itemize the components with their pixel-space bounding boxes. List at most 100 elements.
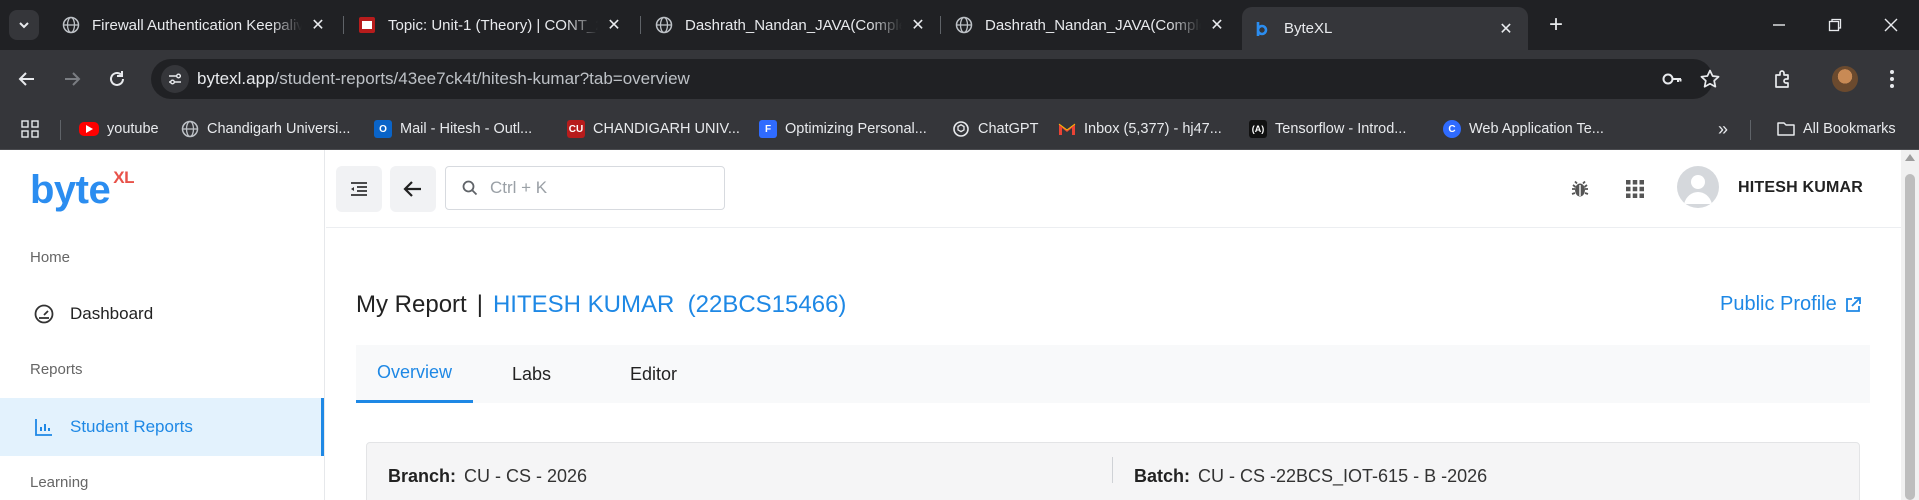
close-icon [1884, 18, 1898, 32]
sidebar-toggle-button[interactable] [336, 166, 382, 212]
bytexl-logo[interactable]: byte XL [30, 168, 134, 213]
browser-tab-1[interactable]: Firewall Authentication Keepalive ✕ [50, 7, 340, 43]
bookmark-youtube[interactable]: youtube [79, 118, 159, 140]
extensions-puzzle-icon[interactable] [1768, 64, 1798, 94]
apps-grid-icon[interactable] [21, 118, 39, 140]
external-link-icon [1845, 296, 1861, 312]
new-tab-button[interactable]: + [1541, 10, 1571, 40]
browser-tab-2[interactable]: Topic: Unit-1 (Theory) | CONT_2 ✕ [346, 7, 636, 43]
branch-value: CU - CS - 2026 [464, 466, 588, 486]
bookmark-label: Mail - Hitesh - Outl... [400, 121, 533, 137]
url-text[interactable]: bytexl.app/student-reports/43ee7ck4t/hit… [197, 69, 690, 89]
section-label-learning: Learning [30, 474, 89, 491]
globe-icon [955, 16, 973, 34]
minimize-icon [1773, 24, 1785, 26]
bookmark-tensorflow[interactable]: (A) Tensorflow - Introd... [1249, 118, 1406, 140]
minimize-button[interactable] [1751, 0, 1807, 50]
user-avatar[interactable] [1677, 166, 1719, 208]
globe-icon [655, 16, 673, 34]
browser-tab-bar: Firewall Authentication Keepalive ✕ Topi… [0, 0, 1919, 50]
tab-overview[interactable]: Overview [356, 345, 473, 403]
more-menu-icon[interactable] [1877, 64, 1907, 94]
back-arrow-button[interactable] [390, 166, 436, 212]
restore-button[interactable] [1807, 0, 1863, 50]
report-title-text: My Report [356, 291, 467, 318]
scroll-up-arrow-icon[interactable] [1905, 154, 1915, 161]
student-info-card: Branch: CU - CS - 2026 Batch: CU - CS -22B… [366, 442, 1860, 500]
page-title: My Report | HITESH KUMAR (22BCS15466) [356, 291, 846, 319]
close-window-button[interactable] [1863, 0, 1919, 50]
bookmark-chandigarh-univ[interactable]: CU CHANDIGARH UNIV... [567, 118, 740, 140]
browser-toolbar: bytexl.app/student-reports/43ee7ck4t/hit… [0, 50, 1919, 108]
password-key-icon[interactable] [1661, 68, 1683, 90]
chevron-down-icon [19, 22, 29, 29]
sidebar: byte XL Home Dashboard Reports Student Re… [0, 150, 325, 500]
arrow-right-icon [65, 72, 81, 86]
logo-sup: XL [113, 167, 134, 187]
globe-icon [62, 16, 80, 34]
all-bookmarks-label: All Bookmarks [1803, 121, 1896, 137]
sidebar-item-dashboard[interactable]: Dashboard [0, 285, 324, 343]
batch-value: CU - CS -22BCS_IOT-615 - B -2026 [1198, 466, 1488, 486]
dashboard-gauge-icon [32, 302, 56, 326]
scrollbar-thumb[interactable] [1905, 174, 1915, 500]
more-bookmarks-chevron-icon[interactable]: » [1718, 118, 1728, 140]
bookmark-optimizing-personal[interactable]: F Optimizing Personal... [759, 118, 927, 140]
app-header: HITESH KUMAR [326, 150, 1901, 228]
close-tab-icon[interactable]: ✕ [1496, 19, 1516, 39]
c-logo-icon: C [1443, 120, 1461, 138]
apps-grid-icon[interactable] [1620, 174, 1650, 204]
bug-report-icon[interactable] [1565, 174, 1595, 204]
title-separator: | [476, 291, 483, 318]
close-tab-icon[interactable]: ✕ [908, 15, 928, 35]
profile-avatar[interactable] [1830, 64, 1860, 94]
student-name: HITESH KUMAR [492, 291, 675, 318]
tab-title: Firewall Authentication Keepalive [92, 16, 302, 34]
sidebar-item-label: Dashboard [70, 304, 154, 323]
bookmark-gmail-inbox[interactable]: Inbox (5,377) - hj47... [1058, 118, 1222, 140]
tab-search-button[interactable] [9, 10, 39, 40]
batch-label: Batch: [1134, 466, 1191, 486]
youtube-icon [79, 122, 99, 136]
close-tab-icon[interactable]: ✕ [308, 15, 328, 35]
browser-tab-3[interactable]: Dashrath_Nandan_JAVA(Complete) ✕ [643, 7, 940, 43]
close-tab-icon[interactable]: ✕ [1207, 15, 1227, 35]
forward-button[interactable] [57, 64, 87, 94]
page-scrollbar[interactable] [1901, 150, 1919, 500]
site-info-button[interactable] [161, 65, 189, 93]
sidebar-item-label: Student Reports [70, 417, 193, 436]
outlook-icon: O [374, 120, 392, 138]
tab-title: Topic: Unit-1 (Theory) | CONT_2 [388, 16, 598, 34]
browser-tab-4[interactable]: Dashrath_Nandan_JAVA(Complete) ✕ [943, 7, 1239, 43]
info-divider [1112, 457, 1113, 483]
bookmarks-bar: youtube Chandigarh Universi... O Mail - … [0, 108, 1919, 150]
bookmark-label: Chandigarh Universi... [207, 121, 351, 137]
arrow-left-icon [18, 72, 34, 86]
branch-label: Branch: [388, 466, 457, 486]
bookmark-label: Web Application Te... [1469, 121, 1604, 137]
all-bookmarks-folder[interactable]: All Bookmarks [1777, 118, 1896, 140]
public-profile-link[interactable]: Public Profile [1720, 293, 1861, 316]
search-input[interactable] [490, 178, 710, 198]
bookmark-star-icon[interactable] [1699, 68, 1721, 90]
bookmark-outlook-mail[interactable]: O Mail - Hitesh - Outl... [374, 118, 532, 140]
bookmark-web-application[interactable]: C Web Application Te... [1443, 118, 1604, 140]
search-box[interactable] [445, 166, 725, 210]
forms-icon: F [759, 120, 777, 138]
sidebar-item-student-reports[interactable]: Student Reports [0, 398, 324, 456]
tab-editor[interactable]: Editor [590, 345, 717, 403]
browser-tab-active[interactable]: ByteXL ✕ [1242, 7, 1528, 50]
bookmark-chandigarh-university[interactable]: Chandigarh Universi... [181, 118, 350, 140]
chatgpt-icon [952, 120, 970, 138]
reload-button[interactable] [102, 64, 132, 94]
user-silhouette-icon [1684, 175, 1712, 204]
tab-title: ByteXL [1284, 20, 1333, 37]
address-bar[interactable]: bytexl.app/student-reports/43ee7ck4t/hit… [151, 59, 1720, 99]
back-button[interactable] [12, 64, 42, 94]
close-tab-icon[interactable]: ✕ [604, 15, 624, 35]
tab-labs[interactable]: Labs [473, 345, 590, 403]
user-name[interactable]: HITESH KUMAR [1738, 179, 1863, 197]
url-path: /student-reports/43ee7ck4t/hitesh-kumar?… [274, 69, 690, 88]
section-label-home: Home [30, 249, 71, 266]
bookmark-chatgpt[interactable]: ChatGPT [952, 118, 1038, 140]
